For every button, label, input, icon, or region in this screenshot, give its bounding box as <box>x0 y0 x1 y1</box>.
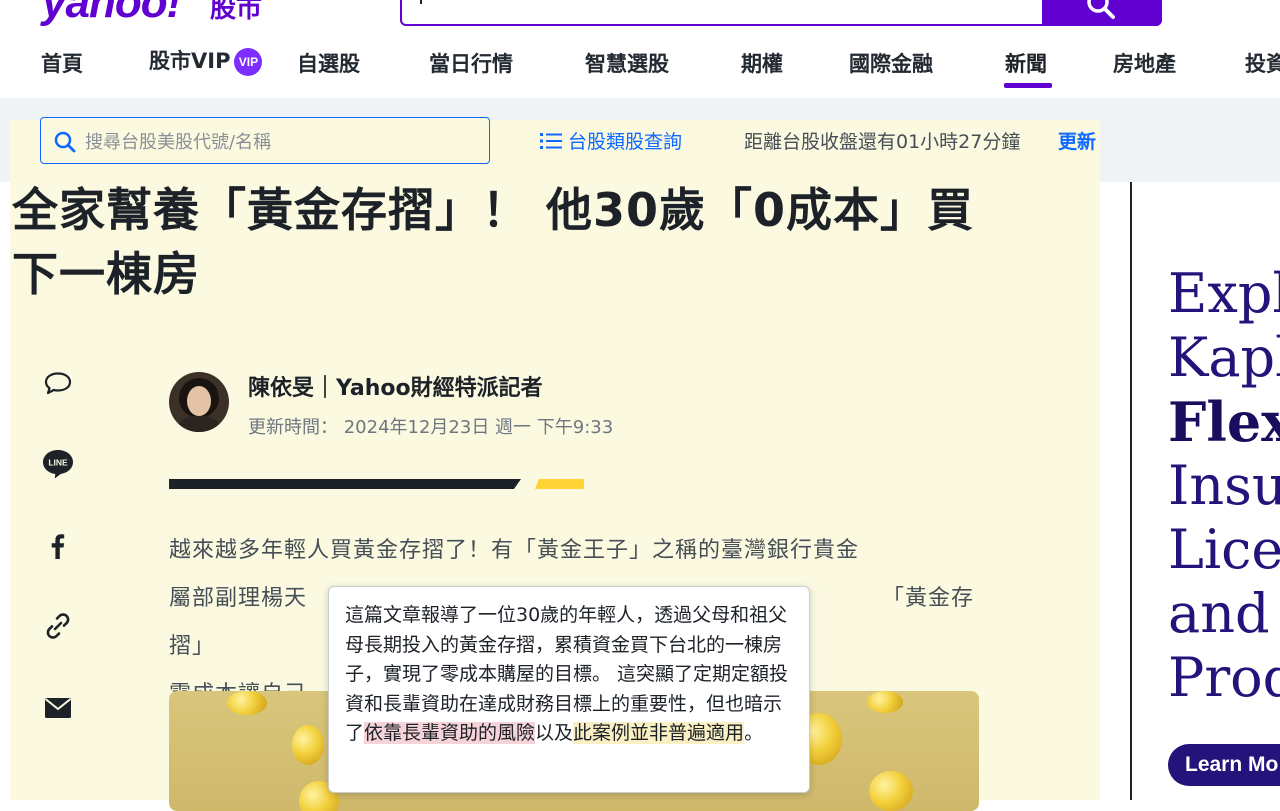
comment-icon <box>44 372 72 395</box>
nav-item-home[interactable]: 首頁 <box>41 48 83 78</box>
ad-line-1: Expl <box>1168 262 1280 325</box>
coin <box>227 691 267 715</box>
site-search-button[interactable] <box>1042 0 1162 26</box>
ad-line-5: Licer <box>1168 518 1280 581</box>
stock-search-input[interactable]: 搜尋台股美股代號/名稱 <box>40 117 490 164</box>
article-headline: 全家幫養「黃金存摺」！ 他30歲「0成本」買 下一棟房 <box>12 178 1102 306</box>
divider-bar <box>169 479 521 489</box>
ai-summary-tooltip: 這篇文章報導了一位30歲的年輕人，透過父母和祖父母長期投入的黃金存摺，累積資金買… <box>328 586 810 793</box>
ad-copy[interactable]: Expl Kapl Flex Insu Licer and Prod <box>1168 262 1280 710</box>
facebook-share-button[interactable] <box>40 528 76 564</box>
top-header: yahoo! 股市 <box>0 0 1280 30</box>
nav-item-vip-label: 股市VIP <box>149 49 231 73</box>
body-line-1: 越來越多年輕人買黃金存摺了！有「黃金王子」之稱的臺灣銀行貴金 <box>169 538 860 563</box>
text-caret <box>420 0 422 4</box>
author-avatar[interactable] <box>169 372 229 432</box>
headline-line-2: 下一棟房 <box>12 247 200 301</box>
market-close-countdown: 距離台股收盤還有01小時27分鐘 <box>744 131 1021 153</box>
ad-line-2: Kapl <box>1168 326 1280 389</box>
search-icon <box>1087 0 1115 19</box>
mail-icon <box>44 698 72 718</box>
email-share-button[interactable] <box>40 690 76 726</box>
avatar-body <box>175 416 223 432</box>
logo-subtitle[interactable]: 股市 <box>210 0 262 25</box>
summary-highlight-caveat: 此案例並非普遍適用 <box>573 722 745 744</box>
ad-line-6: and <box>1168 582 1270 645</box>
author-byline[interactable]: 陳依旻｜Yahoo財經特派記者 <box>248 370 543 402</box>
nav-item-daily-quotes[interactable]: 當日行情 <box>429 48 513 78</box>
nav-item-watchlist[interactable]: 自選股 <box>297 48 360 78</box>
ad-line-4: Insu <box>1168 454 1280 517</box>
summary-highlight-risk: 依靠長輩資助的風險 <box>364 722 536 744</box>
yahoo-logo[interactable]: yahoo! <box>42 0 181 28</box>
link-icon <box>46 613 70 639</box>
stock-tools-bar: 搜尋台股美股代號/名稱 台股類股查詢 距離台股收盤還有01小時27分鐘 更新 <box>0 98 1280 182</box>
vip-badge: VIP <box>234 48 263 76</box>
coin <box>869 771 913 811</box>
sector-lookup-label: 台股類股查詢 <box>568 131 683 153</box>
main-nav: 首頁 股市VIP VIP 自選股 當日行情 智慧選股 期權 國際金融 新聞 房地產… <box>0 30 1280 98</box>
ad-column-border <box>1130 182 1132 800</box>
summary-text-conjunction: 以及 <box>535 722 574 744</box>
body-line-2-start: 屬部副理楊天 <box>169 586 308 611</box>
line-share-button[interactable]: LINE <box>40 446 76 482</box>
coin <box>292 725 324 765</box>
stock-search-placeholder: 搜尋台股美股代號/名稱 <box>85 132 272 153</box>
headline-line-1: 全家幫養「黃金存摺」！ 他30歲「0成本」買 <box>12 183 975 237</box>
list-icon <box>540 133 562 149</box>
nav-item-news[interactable]: 新聞 <box>1005 48 1047 78</box>
nav-item-investing[interactable]: 投資 <box>1245 48 1280 78</box>
line-icon: LINE <box>43 450 73 479</box>
nav-item-vip[interactable]: 股市VIP VIP <box>149 45 263 76</box>
ad-line-7: Prod <box>1168 646 1280 709</box>
divider-accent <box>535 479 584 489</box>
nav-item-real-estate[interactable]: 房地產 <box>1113 48 1176 78</box>
site-search-input[interactable] <box>400 0 1162 26</box>
ad-learn-more-button[interactable]: Learn Mo <box>1168 744 1280 786</box>
coin <box>867 691 903 713</box>
summary-text: 這篇文章報導了一位30歲的年輕人，透過父母和祖父母長期投入的黃金存摺，累積資金買… <box>345 601 793 749</box>
nav-active-indicator <box>1004 83 1052 88</box>
avatar-face <box>187 386 211 416</box>
refresh-link[interactable]: 更新 <box>1058 127 1096 154</box>
nav-item-intl-finance[interactable]: 國際金融 <box>849 48 933 78</box>
facebook-icon <box>51 534 65 559</box>
ad-line-3: Flex <box>1168 390 1280 454</box>
article-timestamp: 更新時間： 2024年12月23日 週一 下午9:33 <box>248 417 614 438</box>
nav-item-smart-picks[interactable]: 智慧選股 <box>585 48 669 78</box>
nav-item-options[interactable]: 期權 <box>741 48 783 78</box>
comment-button[interactable] <box>40 366 76 402</box>
summary-text-end: 。 <box>744 722 764 744</box>
copy-link-button[interactable] <box>40 608 76 644</box>
sector-lookup-link[interactable]: 台股類股查詢 <box>540 127 682 154</box>
search-icon <box>54 131 76 153</box>
svg-text:LINE: LINE <box>48 458 68 468</box>
